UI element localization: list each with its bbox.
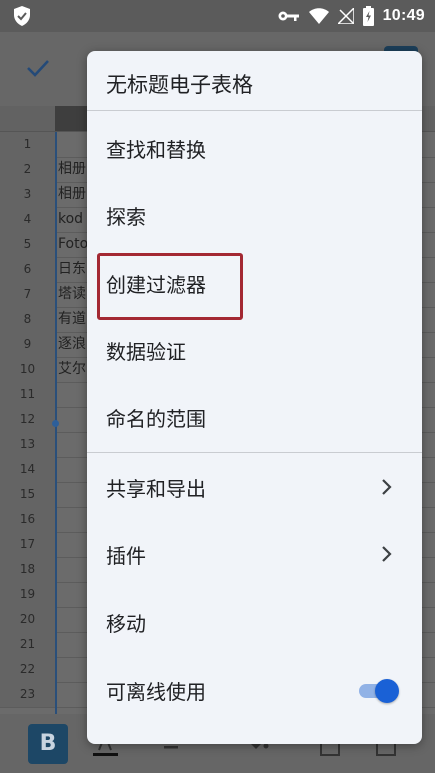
row-number: 3 [0,182,56,207]
row-number: 18 [0,557,56,582]
menu-item-label: 探索 [106,205,146,229]
chevron-right-icon [382,479,392,495]
row-number: 14 [0,457,56,482]
row-number: 22 [0,657,56,682]
status-bar: 10:49 [0,0,435,32]
row-number: 8 [0,307,56,332]
row-number: 15 [0,482,56,507]
row-number: 17 [0,532,56,557]
selection-range [55,132,87,714]
row-number: 20 [0,607,56,632]
wifi-icon [308,8,329,24]
menu-item-named-ranges[interactable]: 命名的范围 [87,389,422,445]
row-number: 7 [0,282,56,307]
check-icon[interactable] [24,54,52,82]
menu-item-move[interactable]: 移动 [87,594,422,650]
menu-item-label: 共享和导出 [106,477,206,501]
selected-column-header[interactable] [55,106,87,131]
bold-button[interactable]: B [28,724,68,764]
menu-item-label: 可离线使用 [106,680,206,704]
row-number: 13 [0,432,56,457]
menu-item-addons[interactable]: 插件 [87,526,422,582]
selection-handle[interactable] [52,420,59,427]
menu-item-label: 命名的范围 [106,407,206,431]
row-number: 1 [0,132,56,157]
row-number: 2 [0,157,56,182]
menu-item-explore[interactable]: 探索 [87,187,422,243]
menu-item-label: 查找和替换 [106,138,206,162]
highlight-box [97,253,243,320]
offline-toggle[interactable] [357,675,401,705]
row-number: 9 [0,332,56,357]
menu-item-label: 数据验证 [106,340,186,364]
menu-item-label: 移动 [106,612,146,636]
row-number: 21 [0,632,56,657]
row-number: 11 [0,382,56,407]
clock: 10:49 [382,7,425,24]
toggle-knob [375,679,399,703]
menu-item-share-export[interactable]: 共享和导出 [87,459,422,515]
key-icon [278,11,299,21]
row-number: 12 [0,407,56,432]
divider [87,110,422,111]
row-number: 23 [0,682,56,707]
battery-charging-icon [362,6,374,26]
shield-icon [14,6,30,26]
menu-item-data-validation[interactable]: 数据验证 [87,322,422,378]
row-number: 19 [0,582,56,607]
row-number: 6 [0,257,56,282]
chevron-right-icon [382,546,392,562]
menu-item-find-replace[interactable]: 查找和替换 [87,120,422,176]
row-number: 10 [0,357,56,382]
no-signal-icon [337,8,354,24]
row-number: 16 [0,507,56,532]
row-number: 5 [0,232,56,257]
menu-title: 无标题电子表格 [106,73,253,97]
menu-item-label: 插件 [106,544,146,568]
divider [87,452,422,453]
overflow-menu: 无标题电子表格 查找和替换 探索 创建过滤器 数据验证 命名的范围 共享和导出 … [87,51,422,744]
row-number: 4 [0,207,56,232]
